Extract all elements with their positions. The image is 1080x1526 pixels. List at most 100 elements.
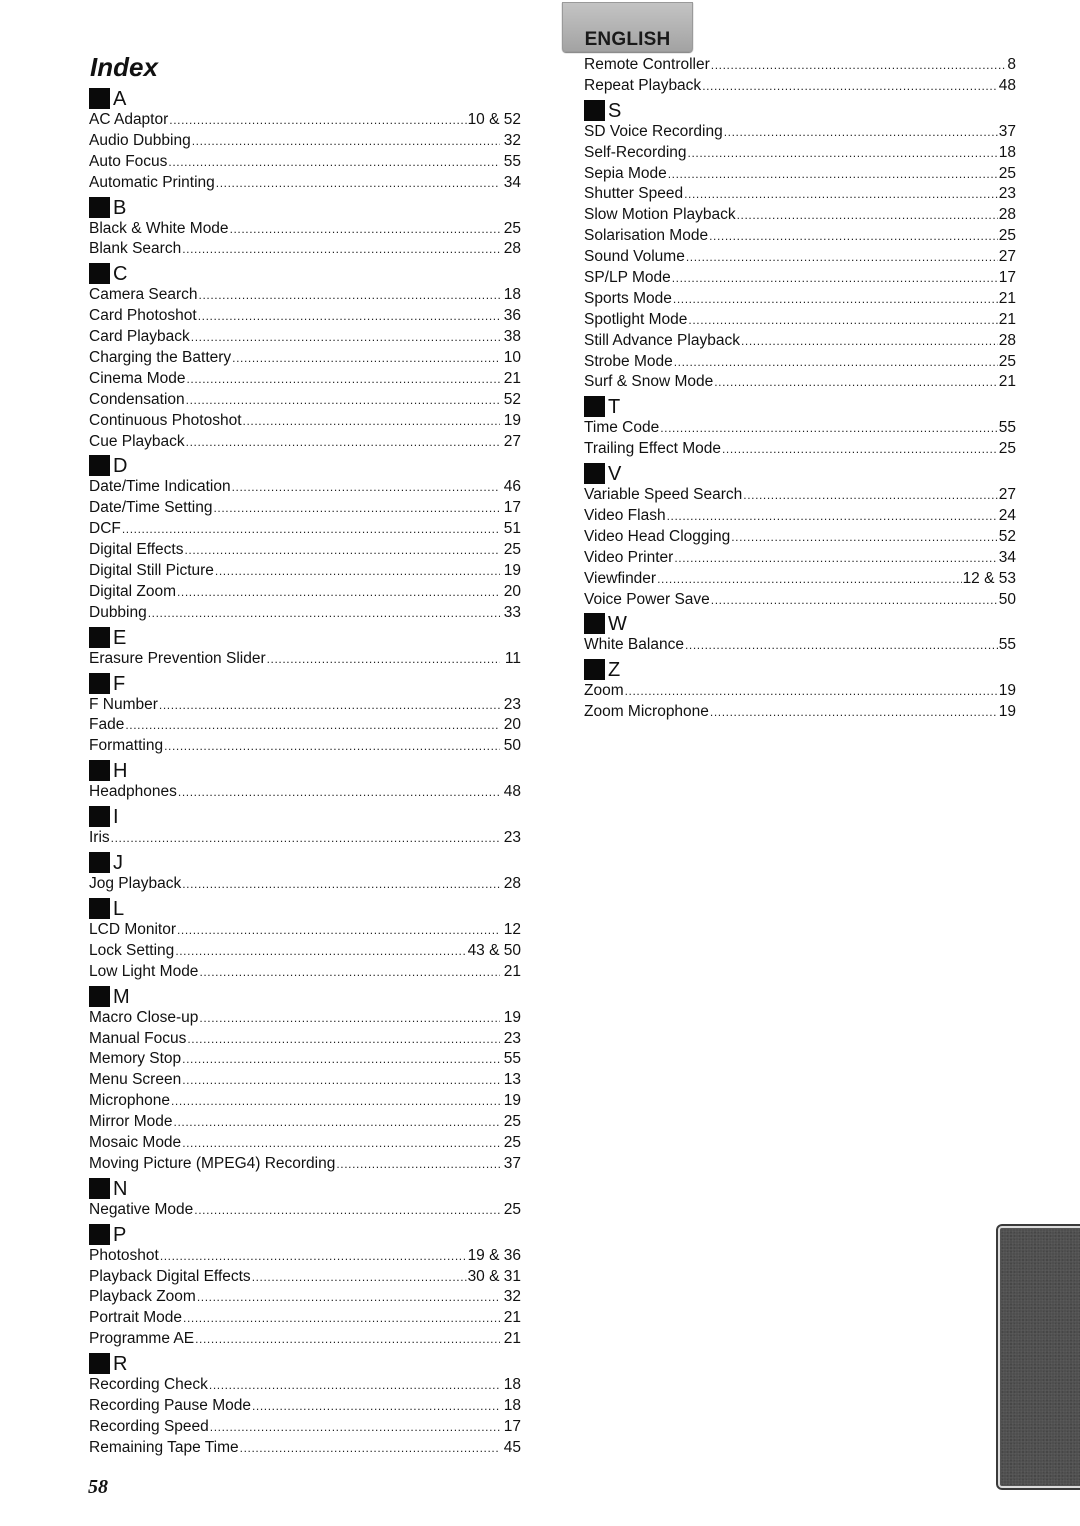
index-entry: AC Adaptor 10 & 52 xyxy=(89,110,521,131)
entry-page-ref: 46 xyxy=(503,478,521,496)
entry-term: Menu Screen xyxy=(89,1071,182,1089)
entry-term: Surf & Snow Mode xyxy=(584,373,714,391)
index-section: MMacro Close-up 19 Manual Focus 23 Memory St… xyxy=(89,983,521,1175)
index-section: AAC Adaptor 10 & 52 Audio Dubbing 32 Auto Fo… xyxy=(89,85,521,194)
dot-leader xyxy=(657,569,961,590)
entry-term: Memory Stop xyxy=(89,1050,182,1068)
index-section: WWhite Balance 55 xyxy=(584,610,1016,656)
section-heading: C xyxy=(89,260,521,285)
index-entry: Card Photoshot 36 xyxy=(89,306,521,327)
index-entry: Dubbing 33 xyxy=(89,603,521,624)
entry-page-ref: 55 xyxy=(503,152,521,170)
index-entry: Recording Check 18 xyxy=(89,1375,521,1396)
entry-page-ref: 19 xyxy=(503,1092,521,1110)
entry-page-ref: 48 xyxy=(503,783,521,801)
index-section: JJog Playback 28 xyxy=(89,849,521,895)
page-number: 58 xyxy=(88,1476,108,1498)
dot-leader xyxy=(186,432,500,453)
entry-page-ref: 50 xyxy=(998,590,1016,608)
entry-page-ref: 17 xyxy=(503,1417,521,1435)
entry-term: Remote Controller xyxy=(584,56,710,73)
entry-page-ref: 25 xyxy=(503,219,521,237)
section-letter: W xyxy=(608,613,627,636)
dot-leader xyxy=(737,205,998,226)
section-heading: J xyxy=(89,849,521,874)
index-entry: Date/Time Setting 17 xyxy=(89,498,521,519)
section-letter: N xyxy=(113,1177,128,1200)
section-heading: E xyxy=(89,624,521,649)
entry-page-ref: 28 xyxy=(503,240,521,258)
dot-leader xyxy=(711,55,1007,76)
index-entry: Sepia Mode 25 xyxy=(584,164,1016,185)
entry-page-ref: 27 xyxy=(998,248,1016,266)
dot-leader xyxy=(709,226,998,247)
section-letter: B xyxy=(113,196,127,219)
index-entry: Digital Still Picture 19 xyxy=(89,561,521,582)
section-letter: L xyxy=(113,897,125,920)
dot-leader xyxy=(232,348,500,369)
entry-term: Card Photoshot xyxy=(89,307,197,325)
entry-page-ref: 33 xyxy=(503,603,521,621)
index-entry: SD Voice Recording 37 xyxy=(584,122,1016,143)
entry-page-ref: 25 xyxy=(998,440,1016,458)
dot-leader xyxy=(688,310,997,331)
dot-leader xyxy=(175,941,466,962)
entry-term: Voice Power Save xyxy=(584,590,710,608)
index-section: EErasure Prevention Slider 11 xyxy=(89,624,521,670)
index-entry: Solarisation Mode 25 xyxy=(584,226,1016,247)
dot-leader xyxy=(714,372,998,393)
entry-term: Erasure Prevention Slider xyxy=(89,649,266,667)
index-section: IIris 23 xyxy=(89,803,521,849)
index-entry: Mosaic Mode 25 xyxy=(89,1133,521,1154)
entry-term: Zoom xyxy=(584,682,624,700)
index-entry: Black & White Mode 25 xyxy=(89,219,521,240)
page-title: Index xyxy=(90,52,158,82)
index-entry: Self-Recording 18 xyxy=(584,143,1016,164)
section-letter: J xyxy=(113,852,123,875)
entry-page-ref: 55 xyxy=(998,636,1016,654)
dot-leader xyxy=(187,1029,500,1050)
index-entry: Digital Zoom 20 xyxy=(89,582,521,603)
index-entry: Playback Digital Effects 30 & 31 xyxy=(89,1267,521,1288)
dot-leader xyxy=(168,152,500,173)
entry-page-ref: 25 xyxy=(503,541,521,559)
entry-page-ref: 18 xyxy=(503,1376,521,1394)
section-letter: E xyxy=(113,626,127,649)
square-bullet-icon xyxy=(89,806,110,828)
dot-leader xyxy=(710,702,998,723)
index-section: HHeadphones 48 xyxy=(89,757,521,803)
section-letter: S xyxy=(608,99,622,122)
entry-page-ref: 55 xyxy=(503,1050,521,1068)
entry-page-ref: 32 xyxy=(503,131,521,149)
section-letter: D xyxy=(113,455,128,478)
dot-leader xyxy=(159,695,500,716)
index-entry: Blank Search 28 xyxy=(89,239,521,260)
index-entry: Jog Playback 28 xyxy=(89,874,521,895)
entry-term: Sound Volume xyxy=(584,248,685,266)
section-heading: H xyxy=(89,757,521,782)
section-heading: I xyxy=(89,803,521,828)
dot-leader xyxy=(198,306,500,327)
index-entry: Charging the Battery 10 xyxy=(89,348,521,369)
index-section: NNegative Mode 25 xyxy=(89,1175,521,1221)
entry-term: Condensation xyxy=(89,390,185,408)
dot-leader xyxy=(722,439,998,460)
entry-page-ref: 18 xyxy=(503,286,521,304)
square-bullet-icon xyxy=(89,760,110,782)
dot-leader xyxy=(177,582,500,603)
entry-page-ref: 51 xyxy=(503,520,521,538)
dot-leader xyxy=(741,331,998,352)
dot-leader xyxy=(182,239,500,260)
entry-term: Solarisation Mode xyxy=(584,227,709,245)
entry-page-ref: 38 xyxy=(503,328,521,346)
entry-term: LCD Monitor xyxy=(89,920,176,938)
entry-term: Cue Playback xyxy=(89,432,185,450)
dot-leader xyxy=(625,681,998,702)
section-letter: A xyxy=(113,88,127,110)
dot-leader xyxy=(160,1246,467,1267)
index-entry: Video Printer 34 xyxy=(584,548,1016,569)
square-bullet-icon xyxy=(89,852,110,874)
entry-term: Auto Focus xyxy=(89,152,168,170)
square-bullet-icon xyxy=(89,455,110,477)
entry-term: Spotlight Mode xyxy=(584,310,688,328)
